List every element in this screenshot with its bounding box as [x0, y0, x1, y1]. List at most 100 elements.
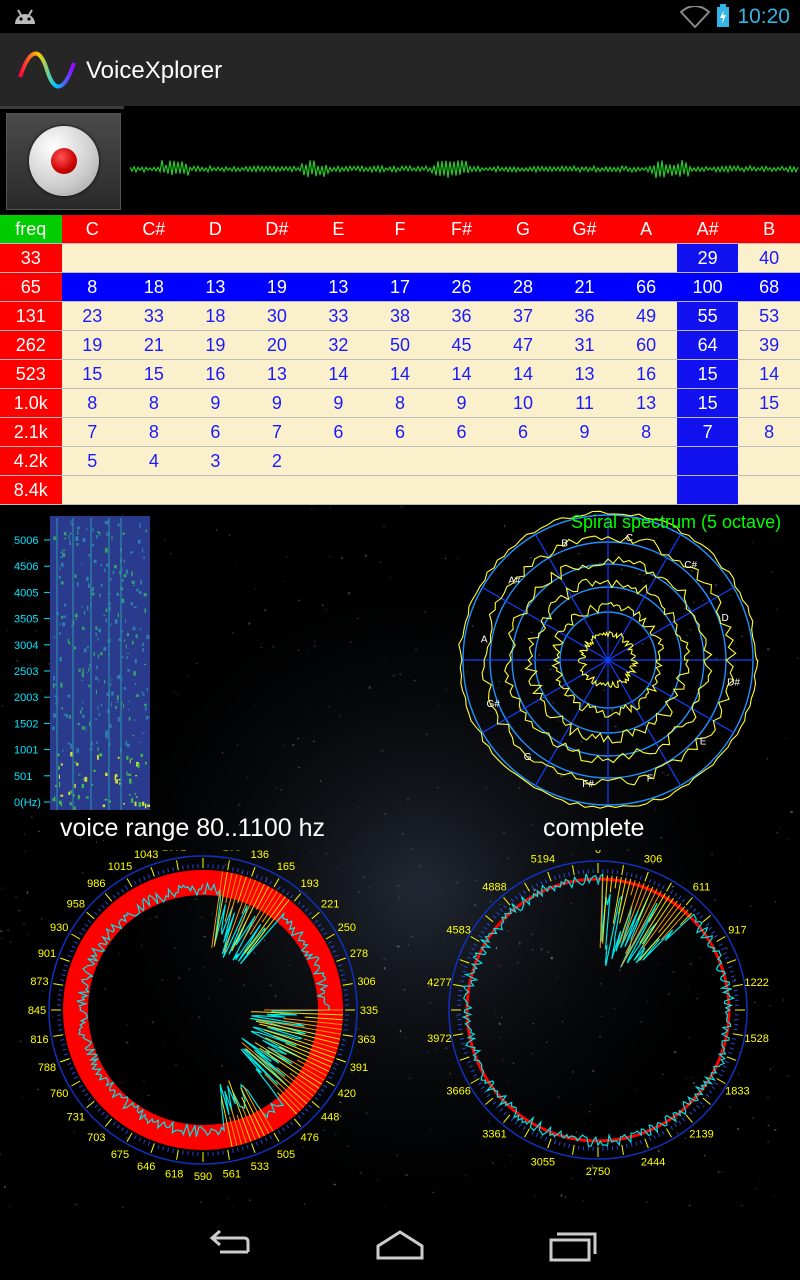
status-bar: 10:20: [0, 0, 800, 33]
table-cell: 32: [307, 330, 370, 360]
ring-tick: [63, 964, 69, 967]
ring-tick: [273, 1132, 280, 1142]
home-icon[interactable]: [360, 1220, 440, 1270]
spectrogram-streak: [120, 518, 122, 810]
ring-tick-label: 917: [728, 925, 746, 937]
spectrogram-pixel: [139, 590, 142, 594]
spectrogram-pixel: [70, 532, 72, 535]
ring-tick: [678, 895, 682, 900]
ring-tick: [644, 1138, 649, 1149]
ring-tick: [143, 876, 146, 881]
spectrogram-pixel: [146, 634, 150, 640]
ring-tick-label: 335: [360, 1005, 378, 1017]
ring-tick: [462, 970, 467, 973]
ring-tick: [320, 1088, 325, 1093]
freq-row-label: 4.2k: [0, 446, 62, 476]
note-header-0: C: [61, 215, 124, 244]
spectrogram-pixel: [104, 680, 106, 684]
ring-tick: [462, 1047, 467, 1050]
ring-tick: [522, 890, 526, 895]
spectrogram-pixel: [137, 539, 141, 544]
spectrogram-pixel: [82, 714, 85, 718]
spectrogram-pixel: [109, 578, 113, 581]
ring-tick: [62, 969, 67, 972]
record-icon: [29, 126, 99, 196]
ring-tick: [499, 908, 504, 912]
ring-tick: [277, 1130, 281, 1135]
ring-tick: [535, 1132, 539, 1137]
spectrogram-pixel: [70, 520, 72, 525]
spectrogram-pixel: [76, 748, 79, 753]
record-button[interactable]: [6, 113, 121, 210]
complete-title: complete: [543, 814, 645, 842]
ring-tick-label: 533: [251, 1161, 269, 1173]
sine-wave-logo-icon[interactable]: [16, 47, 78, 93]
spectrogram-pixel: [84, 776, 88, 782]
ring-tick: [568, 1143, 570, 1149]
back-icon[interactable]: [190, 1220, 270, 1270]
ring-tick: [334, 954, 339, 958]
spectrogram-pixel: [117, 523, 120, 527]
android-debug-icon: [15, 9, 35, 24]
spiral-note-label: B: [561, 539, 568, 550]
table-cell: [492, 243, 554, 273]
ring-tick: [86, 1100, 95, 1109]
ring-tick: [531, 1130, 535, 1135]
spectrogram-y-label: 2503: [14, 666, 38, 678]
ring-tick: [730, 975, 735, 978]
ring-tick: [718, 943, 723, 947]
spectrogram-pixel: [97, 638, 99, 641]
spectrogram-pixel: [129, 759, 131, 764]
spiral-title: Spiral spectrum (5 octave): [571, 512, 782, 532]
ring-tick: [674, 1123, 678, 1128]
ring-tick: [577, 870, 580, 875]
spectrogram-pixel: [100, 652, 103, 656]
ring-tick: [458, 989, 463, 992]
table-row: 33 29 40: [0, 243, 800, 273]
ring-tick: [339, 969, 344, 972]
spectrogram-pixel: [100, 583, 103, 587]
ring-tick-label: 3055: [531, 1156, 555, 1168]
ring-tick: [336, 957, 346, 962]
action-bar: VoiceXplorer: [0, 33, 800, 106]
spectrogram-pixel: [129, 794, 131, 796]
recent-apps-icon[interactable]: [531, 1220, 611, 1270]
table-cell: 2: [246, 446, 308, 476]
spectrogram-pixel: [111, 678, 113, 681]
ring-tick: [630, 1142, 633, 1147]
table-cell: 4: [123, 446, 185, 476]
ring-tick-label: 788: [38, 1062, 56, 1074]
spectrogram-pixel: [111, 691, 114, 696]
spectrogram-pixel: [68, 534, 70, 540]
spectrogram-pixel: [117, 675, 120, 680]
spectrogram: 5006 4506 4005 3505 3004 2503 2003 1502 1001 501 0…: [14, 516, 151, 810]
ring-tick: [126, 1132, 133, 1142]
table-cell: 100: [676, 272, 739, 302]
ring-tick: [293, 893, 302, 902]
ring-tick: [246, 870, 249, 876]
spiral-spoke: [607, 586, 734, 661]
ring-tick: [314, 1097, 319, 1101]
spectrogram-pixel: [52, 726, 55, 731]
ring-tick: [524, 1128, 530, 1138]
ring-tick-label: 4277: [427, 977, 451, 989]
ring-tick: [485, 915, 494, 923]
ring-tick: [729, 970, 734, 973]
ring-tick: [563, 1142, 566, 1147]
ring-tick: [731, 980, 737, 982]
ring-tick: [126, 878, 133, 888]
spectrogram-pixel: [82, 778, 84, 781]
ring-tick: [246, 1144, 249, 1150]
spectrogram-pixel: [145, 761, 147, 765]
table-cell: [369, 446, 431, 476]
spectrogram-pixel: [134, 793, 137, 795]
ring-tick: [61, 974, 66, 977]
spectrogram-pixel: [131, 580, 135, 584]
table-cell: [553, 475, 616, 505]
spectrogram-pixel: [79, 710, 82, 714]
spectrogram-pixel: [83, 611, 86, 615]
ring-tick: [157, 870, 160, 876]
ring-tick-label: 5194: [531, 854, 555, 866]
spectrogram-pixel: [81, 563, 83, 566]
spectrogram-pixel: [105, 736, 108, 739]
